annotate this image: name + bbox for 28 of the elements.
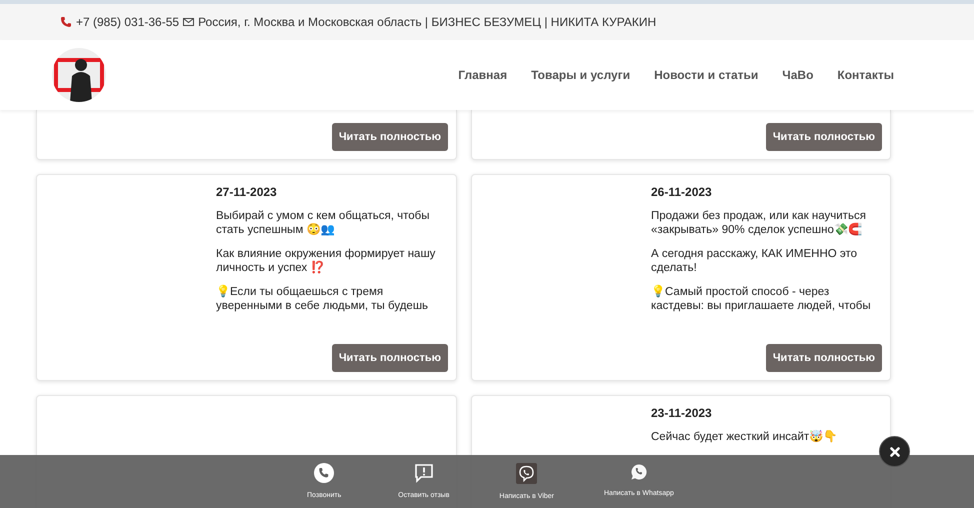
phone-number[interactable]: +7 (985) 031-36-55 [76,13,180,31]
read-more-button[interactable]: Читать полностью [766,344,882,372]
nav-link[interactable]: Контакты [837,66,894,84]
phone-icon [314,463,334,483]
address-text: Россия, г. Москва и Московская область | БИЗНЕС БЕЗУМЕЦ | НИКИТА КУРАКИН [198,14,656,31]
post-text: Продажи без продаж, или как научиться «закрывать» 90% сделок успешно💸🧲 [651,209,867,237]
post-date: 26-11-2023 [651,185,713,199]
phone-icon [60,16,72,28]
viber-icon [516,463,538,484]
post-date: 27-11-2023 [216,185,278,199]
nav-link[interactable]: ЧаВо [782,66,814,84]
post-text: 💡Если ты общаешься с тремя уверенными в себе людьми, ты будешь [216,285,430,313]
nav-link[interactable]: Главная [458,66,508,84]
read-more-button[interactable]: Читать полностью [332,344,448,372]
read-more-button[interactable]: Читать полностью [766,122,882,151]
comment-icon [414,463,434,483]
post-date: 23-11-2023 [651,406,713,420]
close-icon [890,446,900,456]
nav-link[interactable]: Новости и статьи [654,66,758,84]
nav-link[interactable]: Товары и услуги [531,66,630,84]
post-text: Сейчас будет жесткий инсайт🤯👇 [651,430,838,444]
post-text: 💡Самый простой способ - через кастдевы: вы приглашаете людей, чтобы [651,285,872,313]
post-text: А сегодня расскажу, КАК ИМЕННО это сделать! [651,247,858,275]
envelope-icon [183,18,194,26]
whatsapp-icon [630,463,648,481]
read-more-button[interactable]: Читать полностью [332,122,448,151]
post-text: Выбирай с умом с кем общаться, чтобы стать успешным 😳👥 [216,209,431,237]
post-text: Как влияние окружения формирует нашу личность и успех ⁉ [216,247,436,275]
